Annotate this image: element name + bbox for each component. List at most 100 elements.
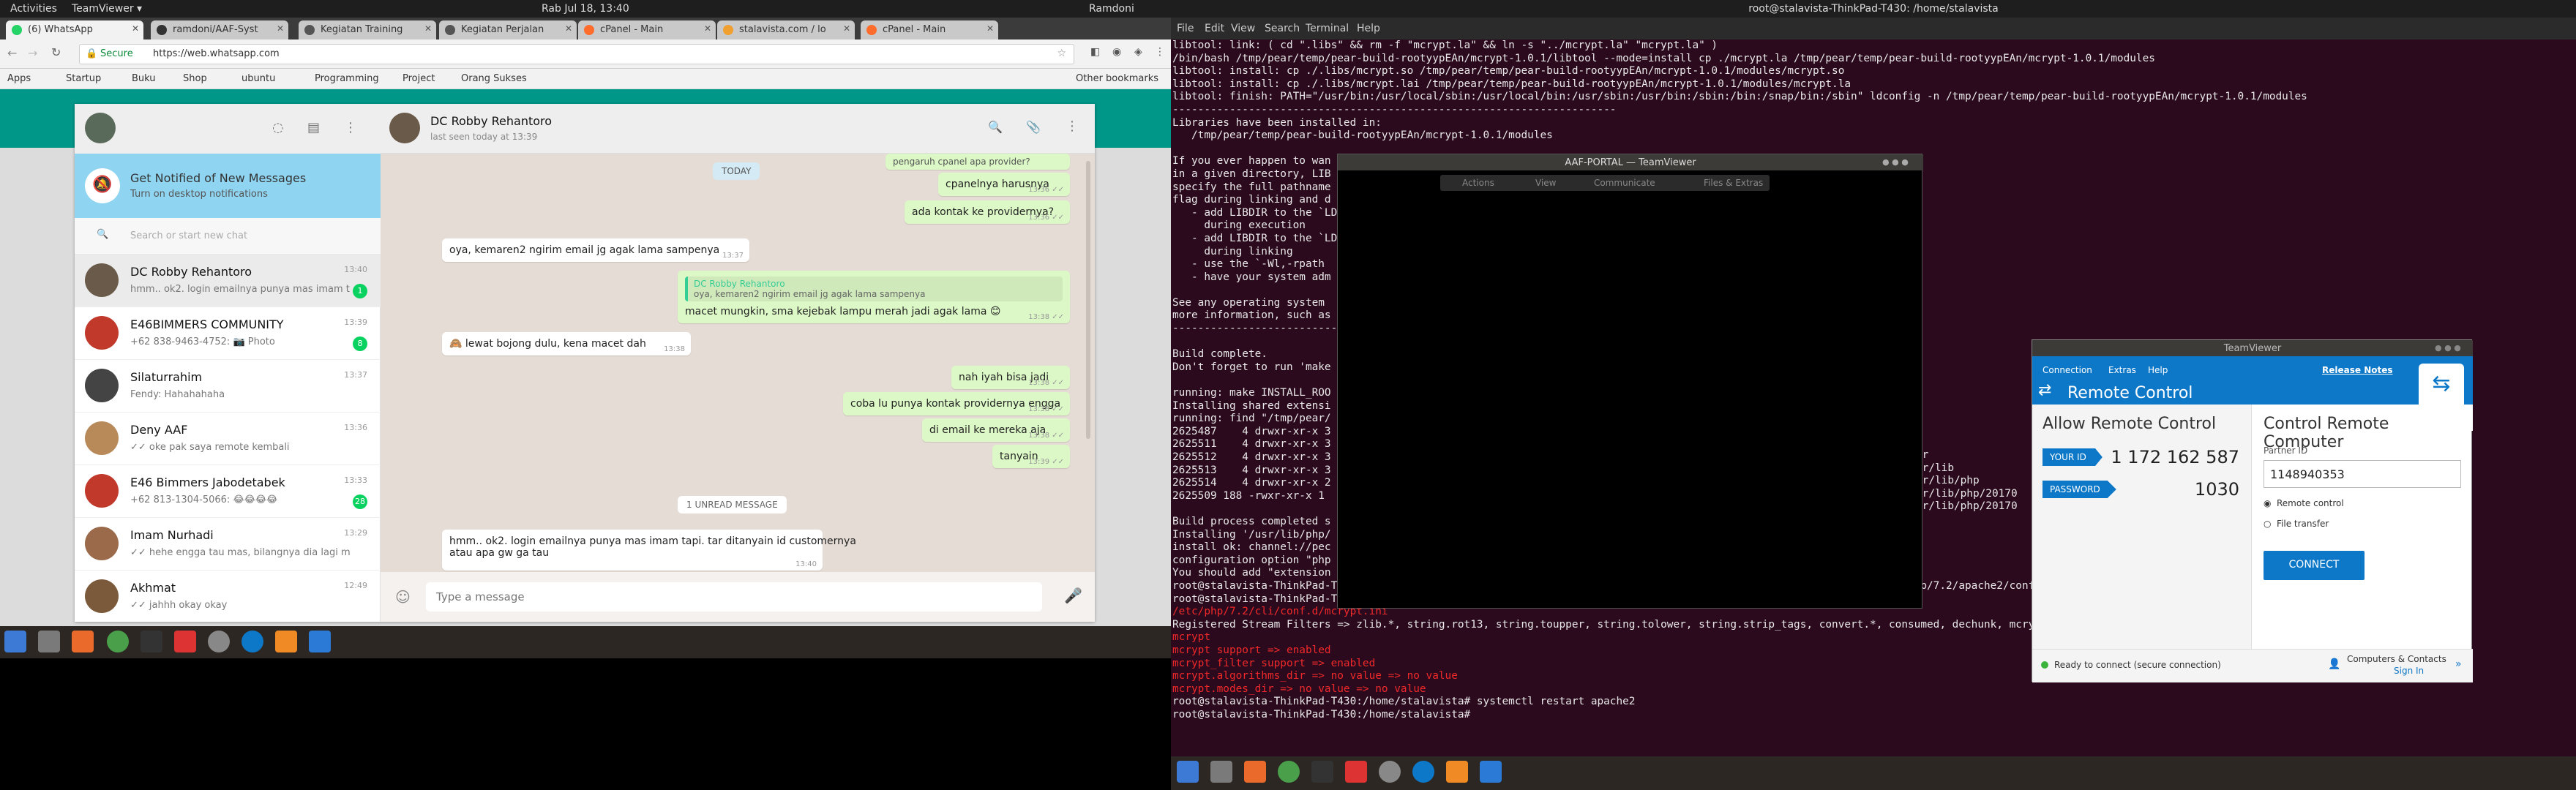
chat-list-item[interactable]: E46 Bimmers Jabodetabek +62 813-1304-5066… — [75, 465, 381, 518]
user-menu[interactable]: Ramdoni — [1089, 3, 1134, 15]
window-controls[interactable]: ● ● ● — [1882, 157, 1909, 167]
star-icon[interactable]: ☆ — [1057, 48, 1066, 59]
menu-icon[interactable]: ⋮ — [1066, 118, 1079, 134]
tab-item[interactable]: Kegiatan Training ✕ — [299, 20, 436, 40]
avatar[interactable] — [85, 113, 116, 143]
connect-button[interactable]: CONNECT — [2264, 551, 2365, 580]
bookmark-item[interactable]: Project — [402, 73, 435, 84]
your-id-value[interactable]: 1 172 162 587 — [2111, 447, 2239, 467]
teamviewer-menu-item[interactable]: Help — [2148, 365, 2168, 375]
activities-button[interactable]: Activities — [10, 3, 57, 15]
message-bubble[interactable]: pengaruh cpanel apa provider? — [886, 154, 1070, 170]
close-icon[interactable]: ✕ — [277, 23, 284, 34]
emoji-icon[interactable]: ☺ — [395, 588, 411, 606]
password-value[interactable]: 1030 — [2195, 479, 2239, 500]
close-icon[interactable]: ✕ — [565, 23, 572, 34]
terminal-menu-item[interactable]: Edit — [1205, 23, 1224, 34]
message-bubble[interactable]: coba lu punya kontak providernya engga 13… — [843, 392, 1070, 415]
contact-avatar[interactable] — [389, 113, 420, 143]
bookmark-item[interactable]: Orang Sukses — [461, 73, 527, 84]
terminal-icon[interactable] — [1311, 761, 1333, 783]
window-controls[interactable]: ● ● ● — [2435, 343, 2461, 353]
session-toolbar-item[interactable]: Actions — [1462, 178, 1494, 188]
tab-item[interactable]: (6) WhatsApp ✕ — [6, 20, 143, 40]
menu-icon[interactable]: ⋮ — [1155, 46, 1165, 58]
bookmark-item[interactable]: ubuntu — [242, 73, 275, 84]
bookmark-item[interactable]: Buku — [132, 73, 156, 84]
filezilla-icon[interactable] — [1345, 761, 1367, 783]
message-bubble[interactable]: oya, kemaren2 ngirim email jg agak lama … — [442, 238, 749, 262]
document-icon[interactable] — [309, 631, 331, 652]
terminal-menu-item[interactable]: Help — [1357, 23, 1380, 34]
bookmark-item[interactable]: Apps — [7, 73, 31, 84]
radio-file-transfer[interactable]: ○ — [2264, 519, 2271, 529]
search-input[interactable]: Search or start new chat — [130, 230, 247, 241]
close-icon[interactable]: ✕ — [986, 23, 994, 34]
folder-icon[interactable] — [38, 631, 60, 652]
tab-item[interactable]: cPanel - Main ✕ — [578, 20, 716, 40]
session-toolbar-item[interactable]: View — [1535, 178, 1556, 188]
teamviewer-icon[interactable] — [1412, 761, 1434, 783]
terminal-menu-item[interactable]: Search — [1265, 23, 1300, 34]
notif-link[interactable]: Turn on desktop notifications — [130, 189, 268, 200]
radio-remote-control[interactable]: ◉ — [2264, 498, 2271, 508]
extension-icon[interactable]: ◧ — [1090, 46, 1100, 58]
notification-banner[interactable]: 🔕 Get Notified of New Messages Turn on d… — [75, 154, 381, 218]
teamviewer-session-window[interactable]: AAF-PORTAL — TeamViewer ● ● ● Actions Vie… — [1337, 154, 1923, 609]
document-icon[interactable] — [1480, 761, 1502, 783]
new-chat-icon[interactable]: ▤ — [307, 120, 320, 135]
session-toolbar-item[interactable]: Files & Extras — [1704, 178, 1763, 188]
settings-icon[interactable] — [1379, 761, 1401, 783]
other-bookmarks[interactable]: Other bookmarks — [1076, 73, 1158, 84]
tab-item[interactable]: stalavista.com / lo ✕ — [717, 20, 855, 40]
chrome-icon[interactable] — [1278, 761, 1300, 783]
extension-icon[interactable]: ◉ — [1112, 46, 1121, 58]
files-icon[interactable] — [4, 631, 26, 652]
folder-icon[interactable] — [1210, 761, 1232, 783]
close-icon[interactable]: ✕ — [424, 23, 432, 34]
chat-list-item[interactable]: Silaturrahim Fendy: Hahahahaha 13:37 — [75, 360, 381, 413]
message-bubble[interactable]: 🙈 lewat bojong dulu, kena macet dah 13:38 — [442, 332, 691, 356]
bookmark-item[interactable]: Startup — [66, 73, 101, 84]
close-icon[interactable]: ✕ — [843, 23, 850, 34]
chrome-icon[interactable] — [107, 631, 129, 652]
chat-list-item[interactable]: Akhmat ✓✓ jahhh okay okay 12:49 — [75, 571, 381, 622]
filezilla-icon[interactable] — [174, 631, 196, 652]
message-bubble[interactable]: di email ke mereka aja 13:38 ✓✓ — [922, 418, 1070, 442]
settings-icon[interactable] — [208, 631, 230, 652]
back-icon[interactable]: ← — [7, 46, 17, 60]
message-bubble[interactable]: cpanelnya harusnya 13:36 ✓✓ — [938, 173, 1070, 196]
sign-in-link[interactable]: Sign In — [2394, 666, 2424, 676]
close-icon[interactable]: ✕ — [704, 23, 711, 34]
sublime-icon[interactable] — [1446, 761, 1468, 783]
close-icon[interactable]: ✕ — [132, 23, 139, 34]
menu-icon[interactable]: ⋮ — [344, 120, 357, 135]
session-toolbar-item[interactable]: Communicate — [1594, 178, 1655, 188]
terminal-icon[interactable] — [141, 631, 162, 652]
teamviewer-menu-item[interactable]: Connection — [2043, 365, 2092, 375]
expand-icon[interactable]: » — [2455, 658, 2462, 670]
search-icon[interactable]: 🔍 — [988, 120, 1003, 134]
message-bubble[interactable]: tanyain 13:39 ✓✓ — [992, 445, 1070, 468]
contact-name[interactable]: DC Robby Rehantoro — [430, 114, 552, 128]
status-icon[interactable]: ◌ — [272, 120, 284, 135]
attach-icon[interactable]: 📎 — [1026, 120, 1041, 134]
bookmark-item[interactable]: Programming — [315, 73, 379, 84]
clock[interactable]: Rab Jul 18, 13:40 — [542, 3, 629, 15]
teamviewer-icon[interactable] — [242, 631, 263, 652]
teamviewer-menu-item[interactable]: Extras — [2108, 365, 2136, 375]
partner-id-input[interactable]: 1148940353 — [2264, 460, 2461, 488]
chat-list-item[interactable]: Imam Nurhadi ✓✓ hehe engga tau mas, bilan… — [75, 518, 381, 571]
terminal-menu-item[interactable]: File — [1177, 23, 1194, 34]
tab-item[interactable]: ramdoni/AAF-Syst ✕ — [151, 20, 288, 40]
terminal-menu-item[interactable]: Terminal — [1306, 23, 1349, 34]
tab-item[interactable]: cPanel - Main ✕ — [861, 20, 998, 40]
files-icon[interactable] — [1177, 761, 1199, 783]
terminal-menu-item[interactable]: View — [1231, 23, 1255, 34]
message-bubble[interactable]: hmm.. ok2. login emailnya punya mas imam… — [442, 530, 856, 571]
message-input[interactable] — [426, 582, 1042, 612]
reload-icon[interactable]: ↻ — [51, 45, 61, 59]
bookmark-item[interactable]: Shop — [183, 73, 207, 84]
scrollbar[interactable] — [1086, 161, 1090, 439]
sublime-icon[interactable] — [275, 631, 297, 652]
